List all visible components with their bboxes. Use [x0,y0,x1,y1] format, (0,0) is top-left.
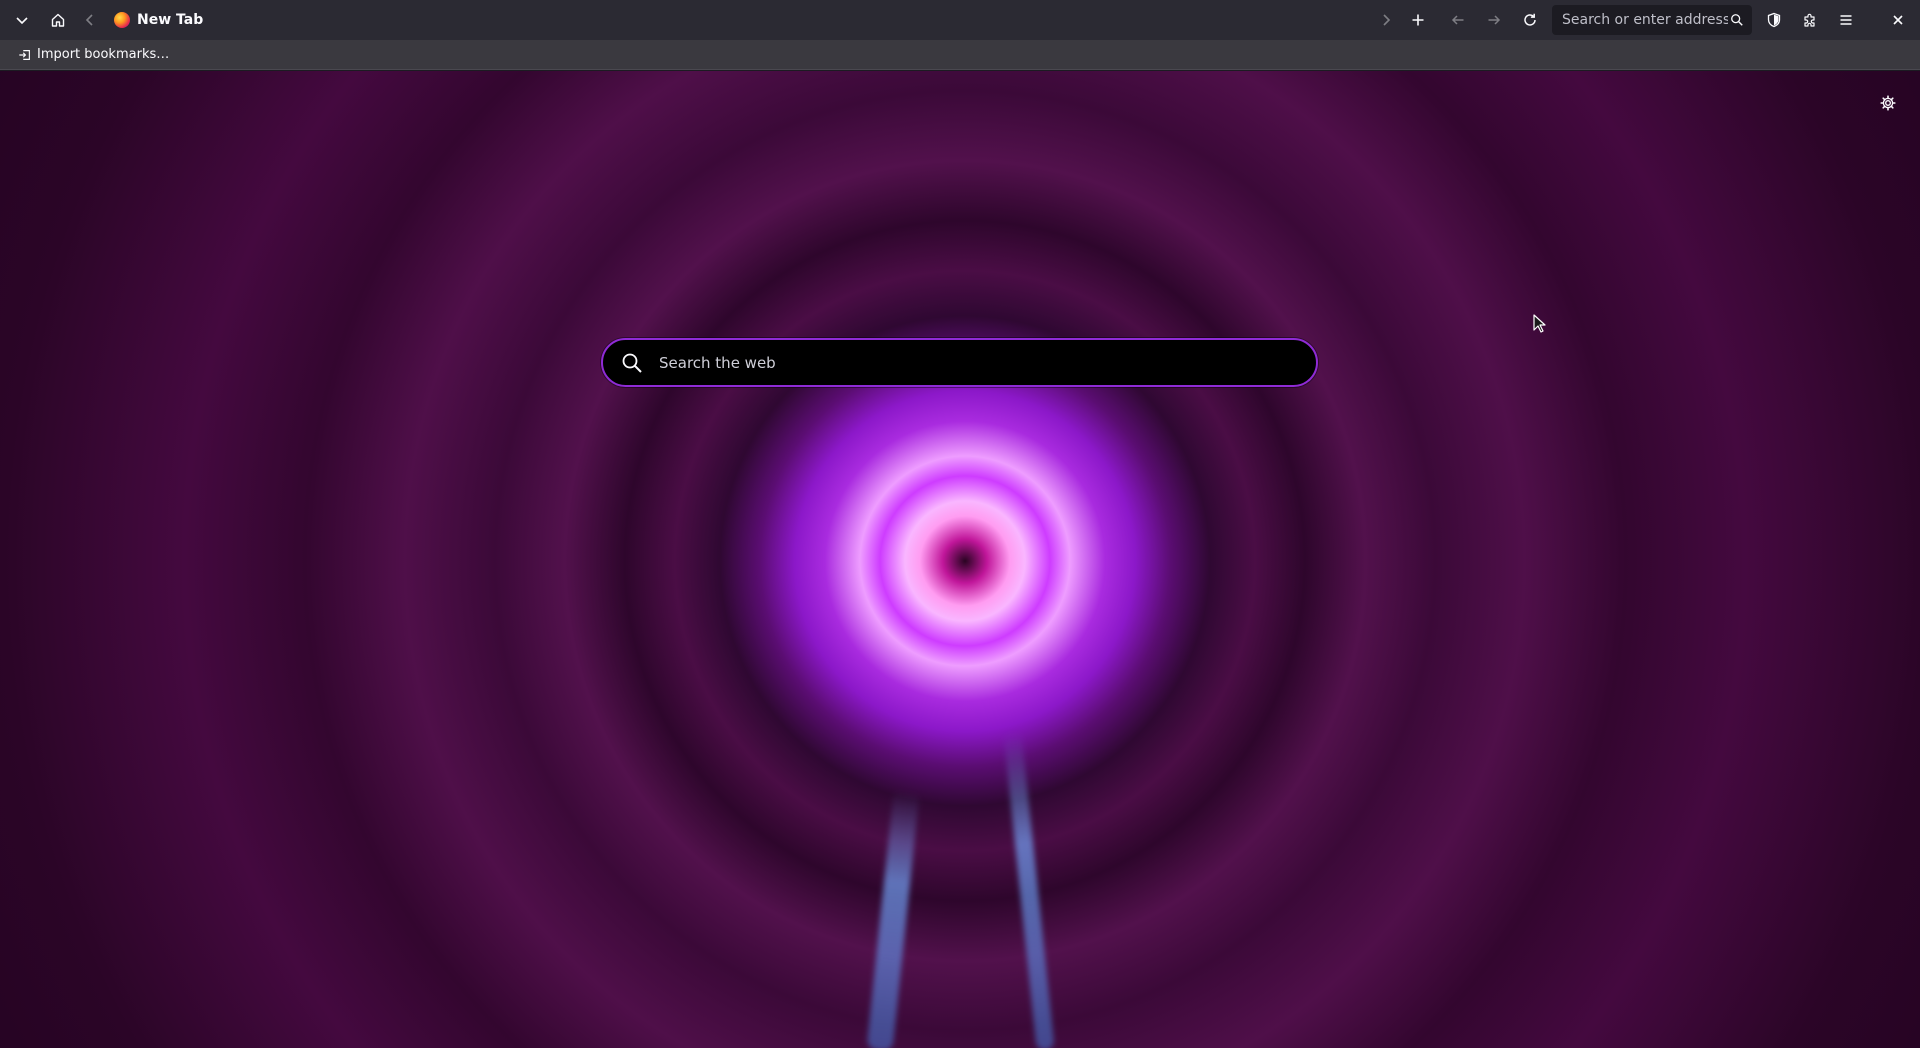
search-icon [622,353,642,373]
tab-list-button[interactable] [4,4,40,36]
tabs-scroll-left-button[interactable] [76,4,104,36]
web-search-input[interactable] [657,352,1316,373]
bookmarks-toolbar: Import bookmarks… [0,40,1920,70]
import-bookmarks-label: Import bookmarks… [37,47,170,62]
browser-toolbar: New Tab [0,0,1920,40]
address-input[interactable] [1560,11,1730,29]
chevron-right-icon [1383,14,1391,26]
new-tab-page [0,71,1920,1048]
plus-icon [1412,14,1424,26]
address-bar[interactable] [1552,5,1752,35]
import-bookmarks-button[interactable]: Import bookmarks… [16,43,171,67]
import-icon [19,49,30,60]
new-tab-button[interactable] [1400,4,1436,36]
firefox-icon [114,12,130,28]
personalize-settings-button[interactable] [1877,92,1899,114]
back-arrow-icon [1451,15,1464,25]
chevron-left-icon [85,14,93,26]
reload-icon [1524,13,1536,26]
tabs-scroll-right-button[interactable] [1372,4,1400,36]
forward-button[interactable] [1476,4,1512,36]
shield-icon [1767,12,1781,28]
wallpaper-background [0,71,1920,1048]
mouse-pointer-icon [1533,314,1546,333]
back-button[interactable] [1440,4,1476,36]
hamburger-menu-icon [1840,15,1852,25]
app-menu-button[interactable] [1828,4,1864,36]
home-button[interactable] [40,4,76,36]
forward-arrow-icon [1488,15,1501,25]
tab-new-tab[interactable]: New Tab [108,4,209,36]
extensions-button[interactable] [1792,4,1828,36]
window-close-button[interactable] [1880,4,1916,36]
close-icon [1893,15,1903,25]
tracking-protection-button[interactable] [1756,4,1792,36]
reload-button[interactable] [1512,4,1548,36]
tab-title: New Tab [137,12,204,28]
chevron-down-icon [16,17,28,25]
puzzle-icon [1804,13,1815,27]
gear-icon [1880,95,1896,111]
search-icon [1731,14,1743,26]
web-search-box[interactable] [601,338,1318,387]
home-icon [51,13,65,27]
